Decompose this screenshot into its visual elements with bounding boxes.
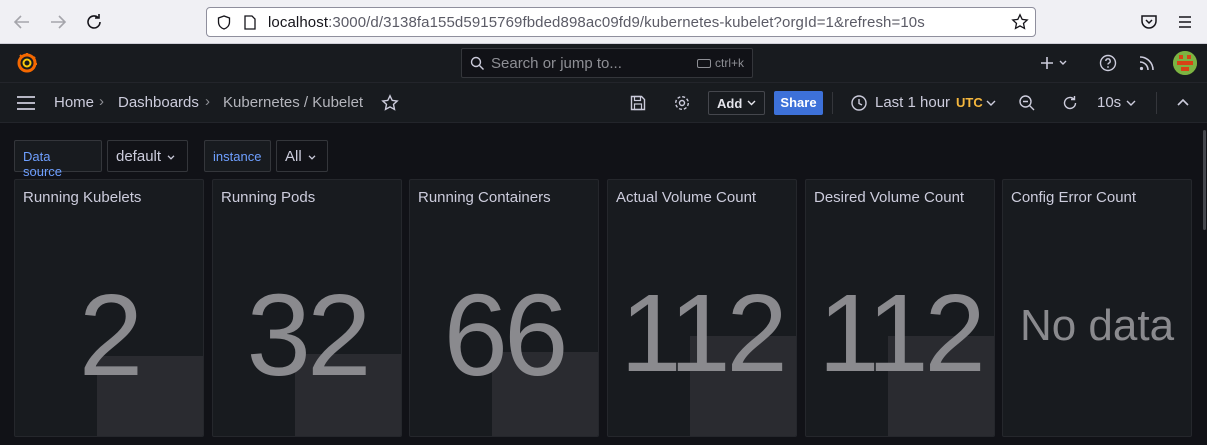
panel-title: Running Kubelets	[23, 189, 142, 206]
stat-panel-config-error-count[interactable]: Config Error Count No data	[1002, 179, 1192, 437]
add-button-label: Add	[717, 96, 743, 111]
panel-value: 66	[443, 270, 568, 400]
chevron-down-icon[interactable]	[985, 94, 997, 112]
search-placeholder: Search or jump to...	[491, 55, 622, 72]
reload-icon[interactable]	[82, 10, 106, 34]
refresh-icon[interactable]	[1061, 94, 1079, 112]
datasource-select[interactable]: default	[107, 140, 188, 172]
breadcrumb-separator: ›	[205, 93, 210, 110]
chevron-up-icon[interactable]	[1174, 94, 1192, 112]
pocket-icon[interactable]	[1139, 12, 1159, 32]
shield-icon[interactable]	[217, 15, 231, 30]
clock-icon[interactable]	[850, 94, 868, 112]
breadcrumb-dashboards[interactable]: Dashboards	[118, 94, 199, 111]
variable-label-datasource: Data source	[14, 140, 102, 179]
menu-icon[interactable]	[1175, 12, 1195, 32]
breadcrumb-current: Kubernetes / Kubelet	[223, 94, 364, 111]
help-icon[interactable]	[1099, 54, 1117, 72]
add-button[interactable]: Add	[708, 91, 765, 115]
bookmark-star-icon[interactable]	[1011, 13, 1029, 31]
chevron-down-icon	[167, 154, 175, 160]
variable-label-instance: instance	[204, 140, 271, 172]
panel-value: 112	[620, 272, 787, 395]
stat-panel-running-kubelets[interactable]: Running Kubelets 2	[14, 179, 204, 437]
dashboard-toolbar: Home › Dashboards › Kubernetes / Kubelet…	[0, 83, 1207, 123]
search-icon	[470, 56, 484, 70]
stat-panel-desired-volume-count[interactable]: Desired Volume Count 112	[805, 179, 995, 437]
back-icon[interactable]	[10, 10, 34, 34]
keyboard-icon	[696, 59, 711, 69]
url-host: localhost	[268, 14, 329, 31]
save-icon[interactable]	[629, 94, 647, 112]
panel-title: Actual Volume Count	[616, 189, 757, 206]
instance-select[interactable]: All	[276, 140, 328, 172]
shortcut-label: ctrl+k	[714, 56, 744, 70]
zoom-out-icon[interactable]	[1018, 94, 1036, 112]
new-plus-icon[interactable]	[1040, 54, 1070, 72]
page-scrollbar[interactable]	[1203, 130, 1206, 230]
time-range-picker[interactable]: Last 1 hour	[875, 94, 950, 111]
panel-value: 2	[78, 270, 144, 400]
datasource-value: default	[116, 148, 162, 165]
page-icon[interactable]	[244, 15, 256, 30]
search-input[interactable]: Search or jump to... ctrl+k	[461, 48, 753, 78]
breadcrumb-home[interactable]: Home	[54, 94, 94, 111]
hamburger-menu-icon[interactable]	[16, 96, 36, 110]
news-rss-icon[interactable]	[1138, 54, 1156, 72]
panel-title: Desired Volume Count	[814, 189, 965, 206]
forward-icon[interactable]	[46, 10, 70, 34]
stat-panel-running-containers[interactable]: Running Containers 66	[409, 179, 599, 437]
share-button[interactable]: Share	[774, 91, 823, 115]
panel-no-data: No data	[1019, 301, 1175, 350]
breadcrumb-separator: ›	[99, 93, 104, 110]
shortcut-hint: ctrl+k	[696, 56, 744, 70]
toolbar-divider	[832, 92, 833, 114]
panel-title: Config Error Count	[1011, 189, 1137, 206]
panel-value: 112	[818, 272, 985, 395]
stat-panel-actual-volume-count[interactable]: Actual Volume Count 112	[607, 179, 797, 437]
browser-toolbar: localhost:3000/d/3138fa155d5915769fbded8…	[0, 0, 1207, 44]
favorite-star-icon[interactable]	[381, 94, 399, 112]
panel-title: Running Containers	[418, 189, 551, 206]
grafana-topbar: Search or jump to... ctrl+k	[0, 44, 1207, 83]
grafana-logo-icon[interactable]	[16, 52, 38, 74]
toolbar-divider	[1156, 92, 1157, 114]
chevron-down-icon	[747, 100, 756, 106]
user-avatar[interactable]	[1173, 51, 1197, 75]
stat-panel-running-pods[interactable]: Running Pods 32	[212, 179, 402, 437]
url-bar[interactable]: localhost:3000/d/3138fa155d5915769fbded8…	[206, 7, 1036, 37]
timezone-label[interactable]: UTC	[956, 95, 983, 110]
panel-title: Running Pods	[221, 189, 316, 206]
chevron-down-icon[interactable]	[1125, 94, 1137, 112]
url-path: :3000/d/3138fa155d5915769fbded898ac09fd9…	[328, 14, 925, 31]
url-text[interactable]: localhost:3000/d/3138fa155d5915769fbded8…	[268, 14, 925, 31]
instance-value: All	[285, 148, 302, 165]
chevron-down-icon	[308, 154, 316, 160]
refresh-interval-picker[interactable]: 10s	[1097, 94, 1121, 111]
panel-value: 32	[246, 270, 371, 400]
settings-gear-icon[interactable]	[673, 94, 691, 112]
